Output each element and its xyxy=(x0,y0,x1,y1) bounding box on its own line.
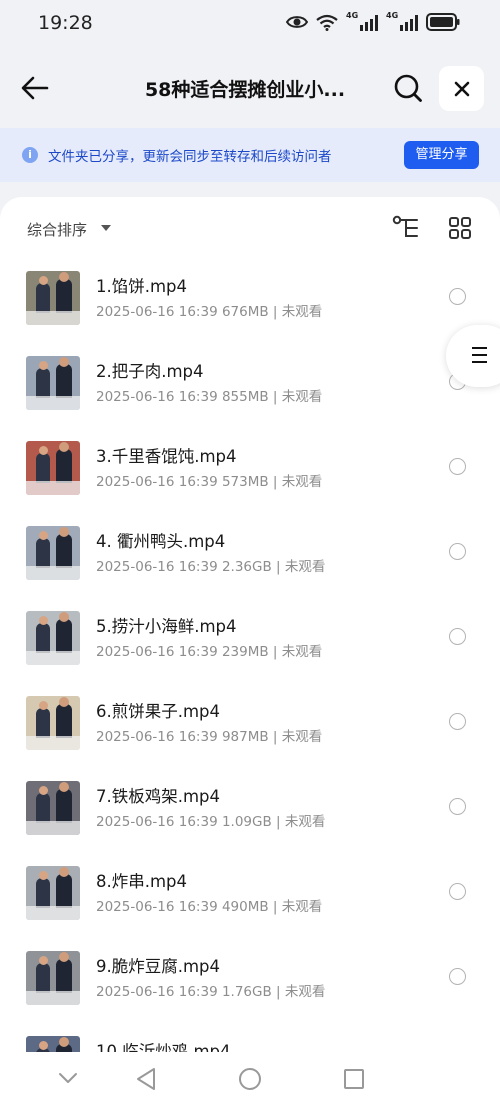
file-meta: 2025-06-16 16:39 987MB | 未观看 xyxy=(96,729,323,745)
manage-share-button[interactable]: 管理分享 xyxy=(404,141,479,169)
grid-icon xyxy=(449,217,471,239)
file-name: 10.临沂炒鸡.mp4 xyxy=(96,1042,231,1052)
status-bar: 19:28 4G 4G xyxy=(0,0,500,46)
share-banner: i 文件夹已分享，更新会同步至转存和后续访问者 管理分享 xyxy=(0,128,500,182)
eye-icon xyxy=(286,16,308,28)
file-name: 7.铁板鸡架.mp4 xyxy=(96,787,221,806)
file-row[interactable]: 4. 衢州鸭头.mp4 2025-06-16 16:39 2.36GB | 未观… xyxy=(0,514,500,599)
caret-down-icon[interactable] xyxy=(101,225,111,231)
battery-icon xyxy=(426,13,460,31)
search-button[interactable] xyxy=(392,72,424,104)
video-thumbnail xyxy=(26,611,80,665)
file-meta: 2025-06-16 16:39 1.09GB | 未观看 xyxy=(96,814,326,830)
search-icon xyxy=(394,74,422,102)
select-radio[interactable] xyxy=(449,628,466,645)
select-radio[interactable] xyxy=(449,883,466,900)
file-name: 5.捞汁小海鲜.mp4 xyxy=(96,617,237,636)
file-panel: 综合排序 1.馅饼.mp4 2025-06-16 16:39 676MB | 未… xyxy=(0,197,500,1107)
grid-view-button[interactable] xyxy=(448,216,472,240)
select-radio[interactable] xyxy=(449,798,466,815)
system-nav-bar xyxy=(0,1052,500,1107)
close-button[interactable] xyxy=(439,66,484,111)
file-row[interactable]: 9.脆炸豆腐.mp4 2025-06-16 16:39 1.76GB | 未观看 xyxy=(0,939,500,1024)
menu-icon-line xyxy=(472,347,487,350)
share-banner-text: 文件夹已分享，更新会同步至转存和后续访问者 xyxy=(48,149,332,165)
cellular-signal-icon-2: 4G xyxy=(386,11,418,31)
video-thumbnail xyxy=(26,356,80,410)
video-thumbnail xyxy=(26,951,80,1005)
file-list: 1.馅饼.mp4 2025-06-16 16:39 676MB | 未观看 2.… xyxy=(0,259,500,1052)
floating-menu-button[interactable] xyxy=(446,325,500,387)
menu-icon-line xyxy=(472,361,487,364)
file-name: 9.脆炸豆腐.mp4 xyxy=(96,957,221,976)
sort-toolbar: 综合排序 xyxy=(0,197,500,259)
file-row[interactable]: 5.捞汁小海鲜.mp4 2025-06-16 16:39 239MB | 未观看 xyxy=(0,599,500,684)
tree-view-button[interactable] xyxy=(392,215,420,241)
nav-bar: 58种适合摆摊创业小... xyxy=(0,58,500,118)
back-triangle-icon[interactable] xyxy=(135,1067,157,1091)
file-name: 2.把子肉.mp4 xyxy=(96,362,204,381)
close-icon xyxy=(454,81,469,96)
select-radio[interactable] xyxy=(449,713,466,730)
chevron-down-icon[interactable] xyxy=(58,1071,78,1085)
video-thumbnail xyxy=(26,1036,80,1052)
sort-dropdown[interactable]: 综合排序 xyxy=(27,219,87,240)
file-name: 1.馅饼.mp4 xyxy=(96,277,188,296)
video-thumbnail xyxy=(26,866,80,920)
select-radio[interactable] xyxy=(449,543,466,560)
page-title: 58种适合摆摊创业小... xyxy=(144,79,346,101)
file-meta: 2025-06-16 16:39 676MB | 未观看 xyxy=(96,304,323,320)
file-name: 6.煎饼果子.mp4 xyxy=(96,702,221,721)
file-meta: 2025-06-16 16:39 1.76GB | 未观看 xyxy=(96,984,326,1000)
video-thumbnail xyxy=(26,526,80,580)
file-row[interactable]: 10.临沂炒鸡.mp4 xyxy=(0,1024,500,1052)
file-row[interactable]: 6.煎饼果子.mp4 2025-06-16 16:39 987MB | 未观看 xyxy=(0,684,500,769)
file-row[interactable]: 2.把子肉.mp4 2025-06-16 16:39 855MB | 未观看 xyxy=(0,344,500,429)
file-row[interactable]: 8.炸串.mp4 2025-06-16 16:39 490MB | 未观看 xyxy=(0,854,500,939)
file-meta: 2025-06-16 16:39 239MB | 未观看 xyxy=(96,644,323,660)
video-thumbnail xyxy=(26,781,80,835)
status-time: 19:28 xyxy=(38,12,93,34)
video-thumbnail xyxy=(26,696,80,750)
file-name: 8.炸串.mp4 xyxy=(96,872,188,891)
file-row[interactable]: 3.千里香馄饨.mp4 2025-06-16 16:39 573MB | 未观看 xyxy=(0,429,500,514)
file-meta: 2025-06-16 16:39 573MB | 未观看 xyxy=(96,474,323,490)
file-name: 3.千里香馄饨.mp4 xyxy=(96,447,237,466)
status-icons: 4G 4G xyxy=(286,11,460,31)
back-button[interactable] xyxy=(18,71,52,105)
home-circle-icon[interactable] xyxy=(238,1067,262,1091)
menu-icon-line xyxy=(472,354,487,357)
select-radio[interactable] xyxy=(449,288,466,305)
video-thumbnail xyxy=(26,441,80,495)
cellular-signal-icon: 4G xyxy=(346,11,378,31)
select-radio[interactable] xyxy=(449,458,466,475)
wifi-icon xyxy=(316,14,338,31)
file-meta: 2025-06-16 16:39 2.36GB | 未观看 xyxy=(96,559,326,575)
info-icon: i xyxy=(22,147,38,163)
file-meta: 2025-06-16 16:39 855MB | 未观看 xyxy=(96,389,323,405)
tree-structure-icon xyxy=(392,215,418,237)
file-name: 4. 衢州鸭头.mp4 xyxy=(96,532,226,551)
select-radio[interactable] xyxy=(449,968,466,985)
file-row[interactable]: 1.馅饼.mp4 2025-06-16 16:39 676MB | 未观看 xyxy=(0,259,500,344)
file-meta: 2025-06-16 16:39 490MB | 未观看 xyxy=(96,899,323,915)
recents-square-icon[interactable] xyxy=(343,1068,365,1090)
file-row[interactable]: 7.铁板鸡架.mp4 2025-06-16 16:39 1.09GB | 未观看 xyxy=(0,769,500,854)
video-thumbnail xyxy=(26,271,80,325)
back-arrow-icon xyxy=(21,76,49,100)
